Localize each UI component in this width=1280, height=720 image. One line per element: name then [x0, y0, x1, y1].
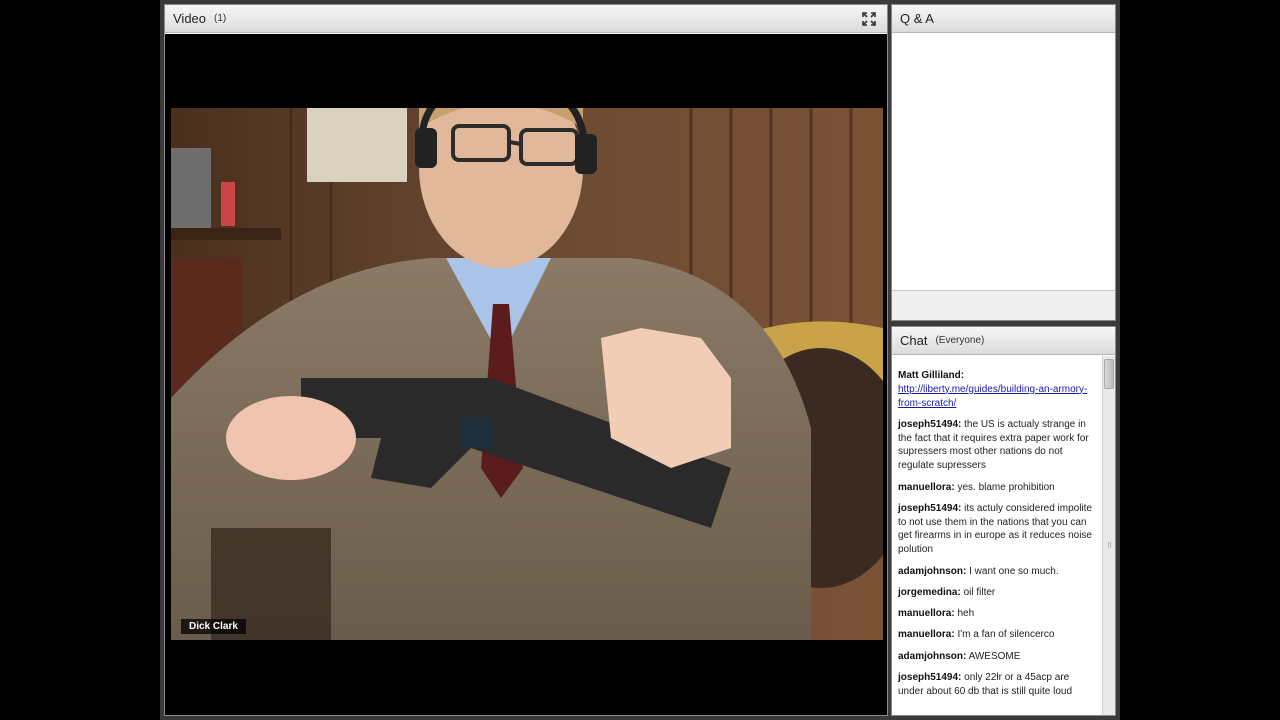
chat-message: manuellora: heh: [898, 607, 1096, 621]
chat-scroll-thumb[interactable]: [1104, 359, 1114, 389]
meeting-app: Video (1) Dick Clark Q & A Chat (Everyon…: [160, 0, 1120, 720]
chat-text: AWESOME: [966, 650, 1021, 662]
chat-audience-label: (Everyone): [935, 335, 985, 346]
chat-text: yes. blame prohibition: [954, 481, 1055, 493]
chat-text: heh: [954, 608, 975, 620]
chat-sender: jorgemedina:: [898, 586, 961, 598]
chat-body: Matt Gilliland: http://liberty.me/guides…: [892, 356, 1115, 715]
chat-text: I'm a fan of silencerco: [954, 629, 1055, 641]
chat-message: joseph51494: only 22lr or a 45acp are un…: [898, 671, 1096, 699]
fullscreen-icon[interactable]: [861, 11, 877, 27]
webcam-video-image: [171, 108, 883, 640]
video-pod-title: Video: [173, 11, 207, 26]
video-pod-count: (1): [214, 13, 227, 24]
video-pod: Video (1) Dick Clark: [164, 4, 888, 716]
qa-input-area[interactable]: [892, 290, 1115, 320]
chat-pod-header: Chat (Everyone): [892, 327, 1115, 355]
chat-sender: adamjohnson:: [898, 650, 967, 662]
webcam-video-feed[interactable]: Dick Clark: [171, 108, 883, 640]
chat-message: joseph51494: its actuly considered impol…: [898, 502, 1096, 557]
qa-pod: Q & A: [891, 4, 1116, 321]
chat-sender: manuellora:: [898, 608, 955, 620]
chat-sender: manuellora:: [898, 481, 955, 493]
chat-sender: Matt Gilliland:: [898, 370, 965, 381]
chat-sender: joseph51494:: [898, 418, 962, 430]
chat-text: oil filter: [960, 586, 996, 598]
chat-message: manuellora: I'm a fan of silencerco: [898, 628, 1096, 642]
chat-pod-title: Chat: [900, 333, 928, 348]
qa-list-area: [892, 34, 1115, 290]
chat-message: adamjohnson: I want one so much.: [898, 565, 1096, 579]
chat-text: I want one so much.: [966, 565, 1059, 577]
chat-sender: manuellora:: [898, 629, 955, 641]
qa-pod-title: Q & A: [900, 11, 934, 26]
chat-message: Matt Gilliland: http://liberty.me/guides…: [898, 369, 1096, 410]
chat-sender: joseph51494:: [898, 502, 962, 514]
presenter-name-tag: Dick Clark: [181, 619, 246, 634]
chat-sender: adamjohnson:: [898, 565, 967, 577]
chat-sender: joseph51494:: [898, 672, 962, 684]
chat-message-list: Matt Gilliland: http://liberty.me/guides…: [898, 369, 1096, 706]
scroll-grip-icon: ⠿: [1107, 543, 1113, 550]
video-pod-header: Video (1): [165, 5, 887, 33]
video-area: Dick Clark: [165, 34, 887, 715]
chat-link[interactable]: http://liberty.me/guides/building-an-arm…: [898, 384, 1087, 409]
chat-message: jorgemedina: oil filter: [898, 586, 1096, 600]
chat-scrollbar[interactable]: ⠿: [1102, 356, 1115, 715]
chat-message: adamjohnson: AWESOME: [898, 650, 1096, 664]
chat-pod: Chat (Everyone) Matt Gilliland: http://l…: [891, 326, 1116, 716]
chat-message: joseph51494: the US is actualy strange i…: [898, 418, 1096, 473]
qa-pod-header: Q & A: [892, 5, 1115, 33]
chat-message: manuellora: yes. blame prohibition: [898, 481, 1096, 495]
